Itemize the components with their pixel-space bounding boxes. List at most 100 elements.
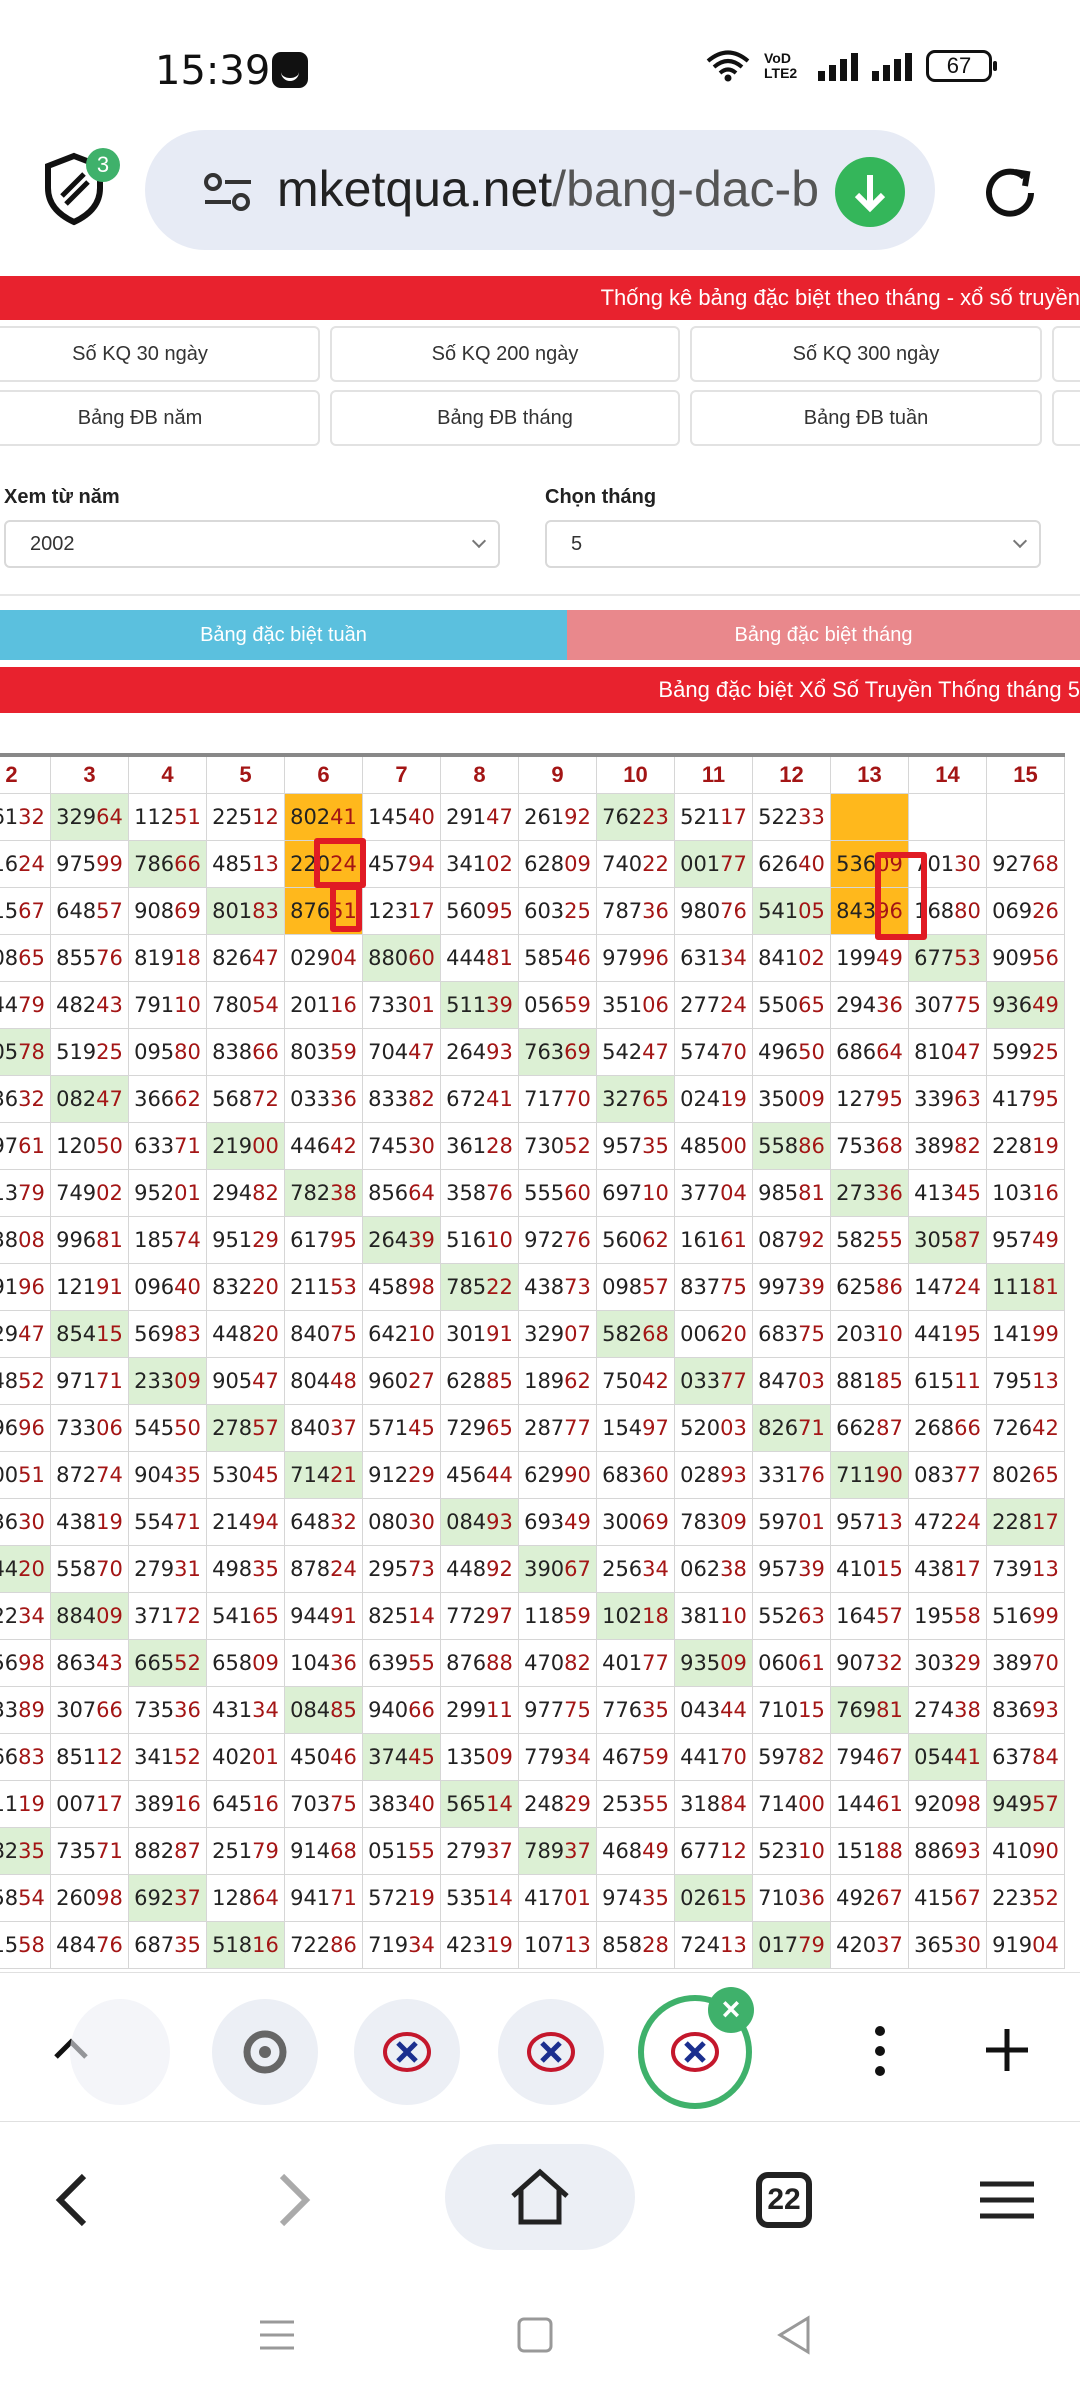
- home-square-icon[interactable]: [516, 2316, 554, 2354]
- month-select[interactable]: 5: [545, 520, 1041, 568]
- table-cell: 95713: [830, 1497, 909, 1546]
- cell-head-digits: 112: [134, 804, 175, 829]
- cell-tail-digits: 35: [18, 1838, 45, 1863]
- table-cell: 38970: [986, 1638, 1065, 1687]
- back-triangle-icon[interactable]: [774, 2314, 814, 2356]
- table-tabs: Bảng đặc biệt tuần Bảng đặc biệt tháng: [0, 610, 1080, 660]
- cell-head-digits: 558: [758, 1133, 799, 1158]
- cell-tail-digits: 03: [798, 1368, 825, 1393]
- plus-icon[interactable]: [982, 2025, 1032, 2075]
- cell-head-digits: 305: [914, 1227, 955, 1252]
- table-cell: 51139: [440, 980, 519, 1029]
- cell-head-digits: 872: [56, 1462, 97, 1487]
- back-arrow-icon[interactable]: [50, 2172, 94, 2228]
- recents-icon[interactable]: [258, 2316, 296, 2354]
- btn-kq-300[interactable]: Số KQ 300 ngày: [690, 326, 1042, 382]
- home-button[interactable]: [445, 2144, 635, 2250]
- cell-head-digits: 550: [758, 992, 799, 1017]
- cell-tail-digits: 93: [486, 1509, 513, 1534]
- url-text[interactable]: mketqua.net/bang-dac-bi: [277, 160, 817, 218]
- tabs-icon[interactable]: 22: [756, 2172, 812, 2228]
- cell-head-digits: 300: [602, 1509, 643, 1534]
- cell-head-digits: 147: [914, 1274, 955, 1299]
- cell-head-digits: 628: [524, 851, 565, 876]
- cell-head-digits: 542: [602, 1039, 643, 1064]
- table-cell: 70447: [362, 1027, 441, 1076]
- table-cell: 41567: [908, 1873, 987, 1922]
- table-cell: 82647: [206, 933, 285, 982]
- btn-db-nam[interactable]: Bảng ĐB năm: [0, 390, 320, 446]
- table-cell: 91119: [0, 1779, 51, 1828]
- cell-head-digits: 410: [992, 1838, 1033, 1863]
- cell-tail-digits: 89: [18, 1697, 45, 1722]
- cell-tail-digits: 87: [174, 1838, 201, 1863]
- cell-tail-digits: 01: [798, 1509, 825, 1534]
- tab-thumb[interactable]: [498, 1999, 604, 2105]
- tab-thumb[interactable]: [354, 1999, 460, 2105]
- cell-head-digits: 645: [212, 1791, 253, 1816]
- cell-tail-digits: 16: [1032, 1180, 1059, 1205]
- cell-head-digits: 438: [524, 1274, 565, 1299]
- table-cell: 85828: [596, 1920, 675, 1969]
- btn-more-2[interactable]: [1052, 390, 1080, 446]
- reload-icon[interactable]: [975, 158, 1045, 228]
- cell-tail-digits: 55: [408, 1838, 435, 1863]
- table-cell: 27724: [674, 980, 753, 1029]
- cell-head-digits: 826: [212, 945, 253, 970]
- cell-head-digits: 468: [602, 1838, 643, 1863]
- cell-tail-digits: 56: [1032, 945, 1059, 970]
- cell-head-digits: 185: [134, 1227, 175, 1252]
- cell-head-digits: 121: [56, 1274, 97, 1299]
- table-cell: 48500: [674, 1121, 753, 1170]
- table-cell: 72286: [284, 1920, 363, 1969]
- tab-thumb[interactable]: [212, 1999, 318, 2105]
- more-vert-icon[interactable]: [860, 2021, 900, 2081]
- btn-db-tuan[interactable]: Bảng ĐB tuần: [690, 390, 1042, 446]
- download-button[interactable]: [835, 157, 905, 227]
- cell-tail-digits: 75: [954, 992, 981, 1017]
- table-cell: 16457: [830, 1591, 909, 1640]
- address-bar[interactable]: mketqua.net/bang-dac-bi: [145, 130, 935, 250]
- table-cell: 66287: [830, 1403, 909, 1452]
- cell-tail-digits: 30: [954, 851, 981, 876]
- cell-head-digits: 410: [836, 1556, 877, 1581]
- cell-tail-digits: 43: [96, 1650, 123, 1675]
- cell-tail-digits: 35: [252, 1556, 279, 1581]
- tune-icon[interactable]: [203, 172, 253, 212]
- cell-head-digits: 596: [0, 1415, 19, 1440]
- forward-arrow-icon[interactable]: [272, 2172, 316, 2228]
- tab-month[interactable]: Bảng đặc biệt tháng: [567, 610, 1080, 660]
- close-tab-icon[interactable]: ×: [708, 1987, 754, 2033]
- cell-tail-digits: 99: [1032, 1321, 1059, 1346]
- table-cell: 16161: [674, 1215, 753, 1264]
- cell-head-digits: 199: [836, 945, 877, 970]
- cell-tail-digits: 57: [1032, 1791, 1059, 1816]
- cell-tail-digits: 09: [564, 851, 591, 876]
- tab-week[interactable]: Bảng đặc biệt tuần: [0, 610, 567, 660]
- table-cell: 29147: [440, 792, 519, 841]
- hamburger-icon[interactable]: [978, 2178, 1036, 2222]
- cell-tail-digits: 25: [96, 1039, 123, 1064]
- year-select[interactable]: 2002: [4, 520, 500, 568]
- browser-nav-bar: 22: [0, 2122, 1080, 2272]
- table-cell: 33963: [908, 1074, 987, 1123]
- cell-tail-digits: 41: [954, 1744, 981, 1769]
- btn-more-1[interactable]: [1052, 326, 1080, 382]
- cell-head-digits: 582: [836, 1227, 877, 1252]
- table-cell: 54550: [128, 1403, 207, 1452]
- cell-tail-digits: 98: [408, 1274, 435, 1299]
- cell-tail-digits: 66: [174, 851, 201, 876]
- table-cell: 01779: [752, 1920, 831, 1969]
- cell-tail-digits: 42: [1032, 1415, 1059, 1440]
- btn-db-thang[interactable]: Bảng ĐB tháng: [330, 390, 680, 446]
- btn-kq-30[interactable]: Số KQ 30 ngày: [0, 326, 320, 382]
- tab-thumb[interactable]: [70, 1999, 170, 2105]
- cell-head-digits: 295: [368, 1556, 409, 1581]
- cell-head-digits: 911: [0, 1791, 19, 1816]
- cell-head-digits: 856: [368, 1180, 409, 1205]
- cell-tail-digits: 24: [330, 1556, 357, 1581]
- cell-tail-digits: 18: [642, 1603, 669, 1628]
- table-row: 3919612191096408322021153458987852243873…: [0, 1262, 1065, 1311]
- cell-tail-digits: 86: [876, 1274, 903, 1299]
- btn-kq-200[interactable]: Số KQ 200 ngày: [330, 326, 680, 382]
